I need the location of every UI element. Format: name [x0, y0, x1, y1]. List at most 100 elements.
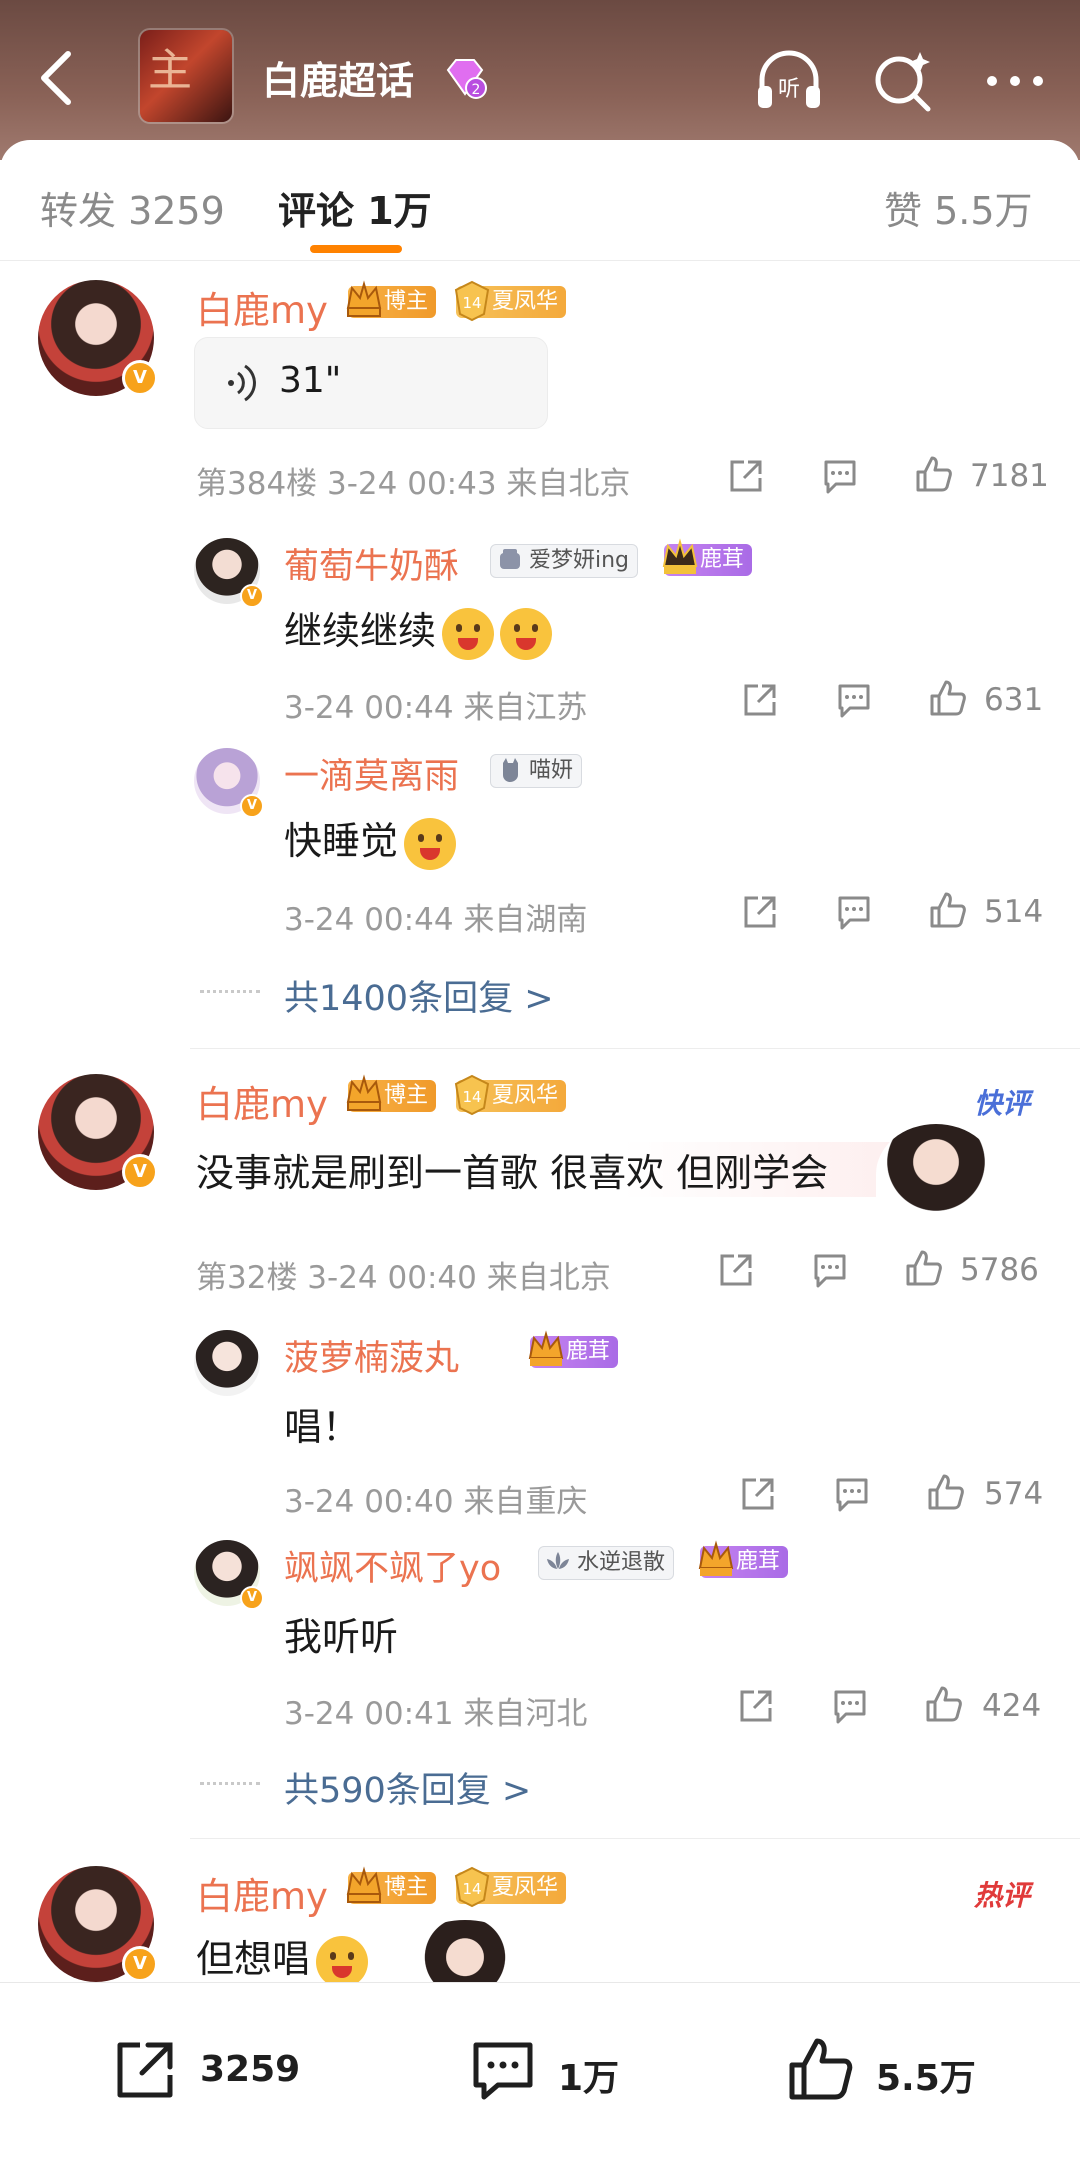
more-icon[interactable]: [978, 44, 1052, 118]
like-count: 7181: [970, 458, 1049, 494]
share-icon[interactable]: [736, 1686, 776, 1726]
reply-meta: 3-24 00:41 来自河北: [284, 1696, 588, 1732]
crown-icon: [662, 538, 698, 574]
role-badge[interactable]: 博主: [346, 1074, 437, 1112]
svg-text:2: 2: [472, 82, 481, 98]
like-icon[interactable]: [904, 1248, 944, 1288]
voice-duration: 31": [279, 360, 342, 401]
like-icon[interactable]: [914, 454, 954, 494]
comment-username[interactable]: 白鹿my: [196, 1866, 328, 1920]
fan-badge-icon: [500, 549, 520, 569]
reply-username[interactable]: 一滴莫离雨: [284, 748, 459, 799]
like-count: 514: [984, 894, 1044, 930]
share-icon[interactable]: [740, 892, 780, 932]
crown-icon: [528, 1330, 564, 1366]
more-replies-link[interactable]: 共590条回复 >: [284, 1762, 531, 1813]
level-badge[interactable]: 14 夏凤华: [454, 280, 567, 322]
like-icon[interactable]: [926, 1472, 966, 1512]
share-icon[interactable]: [740, 680, 780, 720]
verified-badge: V: [122, 360, 158, 396]
bottom-action-bar: 3259 1万 5.5万: [0, 1982, 1080, 2159]
comment-username[interactable]: 白鹿my: [196, 280, 328, 334]
svg-text:听: 听: [778, 77, 800, 102]
active-tab-indicator: [310, 245, 402, 253]
role-badge[interactable]: 博主: [346, 1866, 437, 1904]
like-count: 631: [984, 682, 1044, 718]
reply-icon[interactable]: [810, 1250, 850, 1290]
share-icon[interactable]: [738, 1474, 778, 1514]
voice-message[interactable]: 31": [194, 337, 548, 429]
fan-badge[interactable]: 水逆退散: [538, 1546, 675, 1580]
level-badge[interactable]: 14 夏凤华: [454, 1074, 567, 1116]
crown-icon: [346, 1866, 382, 1903]
share-icon[interactable]: [726, 456, 766, 496]
comment-text: 但想唱: [196, 1928, 369, 1988]
level-badge[interactable]: 14 夏凤华: [454, 1866, 567, 1908]
reply-icon[interactable]: [832, 1474, 872, 1514]
more-replies-dots: [200, 990, 260, 993]
page-title: 白鹿超话: [262, 59, 415, 103]
fan-badge[interactable]: 喵妍: [490, 754, 583, 788]
cat-icon: [503, 758, 518, 782]
level-shield-icon: 14: [454, 1074, 490, 1116]
like-count: 574: [984, 1476, 1044, 1512]
verified-badge: V: [240, 1586, 264, 1610]
lotus-icon: [547, 1552, 569, 1569]
like-icon[interactable]: [924, 1684, 964, 1724]
emoji-icon: [500, 607, 553, 660]
hot-comment-tag: 热评: [974, 1879, 1031, 1912]
quick-comment-tag: 快评: [974, 1087, 1031, 1120]
tab-repost[interactable]: 转发 3259: [40, 180, 225, 235]
reply-icon[interactable]: [830, 1686, 870, 1726]
sticker-portrait: [410, 1920, 520, 1982]
comment-icon: [473, 2042, 533, 2100]
role-badge[interactable]: 博主: [346, 280, 437, 318]
like-icon[interactable]: [928, 890, 968, 930]
verified-badge: V: [240, 584, 264, 608]
back-icon[interactable]: [28, 46, 88, 110]
reply-text: 唱！: [284, 1405, 361, 1449]
group-badge[interactable]: 鹿茸: [662, 538, 753, 576]
more-replies-dots: [200, 1782, 260, 1785]
like-count: 5786: [960, 1252, 1039, 1288]
svg-text:14: 14: [462, 294, 481, 312]
search-icon[interactable]: [866, 44, 940, 118]
topic-logo[interactable]: 主: [140, 30, 232, 122]
tab-comment[interactable]: 评论 1万: [278, 180, 432, 235]
avatar[interactable]: [194, 1330, 260, 1396]
crown-icon: [698, 1540, 734, 1576]
repost-icon: [117, 2042, 173, 2098]
group-badge[interactable]: 鹿茸: [698, 1540, 789, 1578]
verified-badge: V: [240, 794, 264, 818]
verified-badge: V: [122, 1154, 158, 1190]
reply-username[interactable]: 葡萄牛奶酥: [284, 538, 459, 589]
tab-like[interactable]: 赞 5.5万: [884, 180, 1033, 235]
comment-count: 1万: [558, 2058, 620, 2099]
like-icon[interactable]: [928, 678, 968, 718]
svg-text:14: 14: [462, 1088, 481, 1106]
reply-meta: 3-24 00:40 来自重庆: [284, 1484, 588, 1520]
like-count: 5.5万: [876, 2058, 976, 2099]
emoji-icon: [442, 607, 495, 660]
reply-username[interactable]: 菠萝楠菠丸: [284, 1330, 459, 1381]
comment-tabs: 转发 3259 评论 1万 赞 5.5万: [0, 140, 1080, 261]
reply-text: 继续继续: [284, 600, 553, 660]
top-header: 主 白鹿超话 2 听: [0, 0, 1080, 160]
comment-meta: 第384楼 3-24 00:43 来自北京: [196, 466, 631, 502]
group-badge[interactable]: 鹿茸: [528, 1330, 619, 1368]
reply-icon[interactable]: [834, 680, 874, 720]
divider: [190, 1048, 1080, 1049]
fan-badge[interactable]: 爱梦妍ing: [490, 544, 639, 578]
more-replies-link[interactable]: 共1400条回复 >: [284, 970, 554, 1021]
reply-icon[interactable]: [834, 892, 874, 932]
diamond-level-icon: 2: [446, 59, 487, 99]
reply-username[interactable]: 飒飒不飒了yo: [284, 1540, 501, 1591]
listen-icon[interactable]: 听: [752, 44, 826, 118]
comment-username[interactable]: 白鹿my: [196, 1074, 328, 1128]
like-icon: [789, 2038, 853, 2100]
voice-wave-icon: [228, 364, 256, 402]
share-icon[interactable]: [716, 1250, 756, 1290]
reply-icon[interactable]: [820, 456, 860, 496]
level-shield-icon: 14: [454, 280, 490, 322]
level-shield-icon: 14: [454, 1866, 490, 1908]
